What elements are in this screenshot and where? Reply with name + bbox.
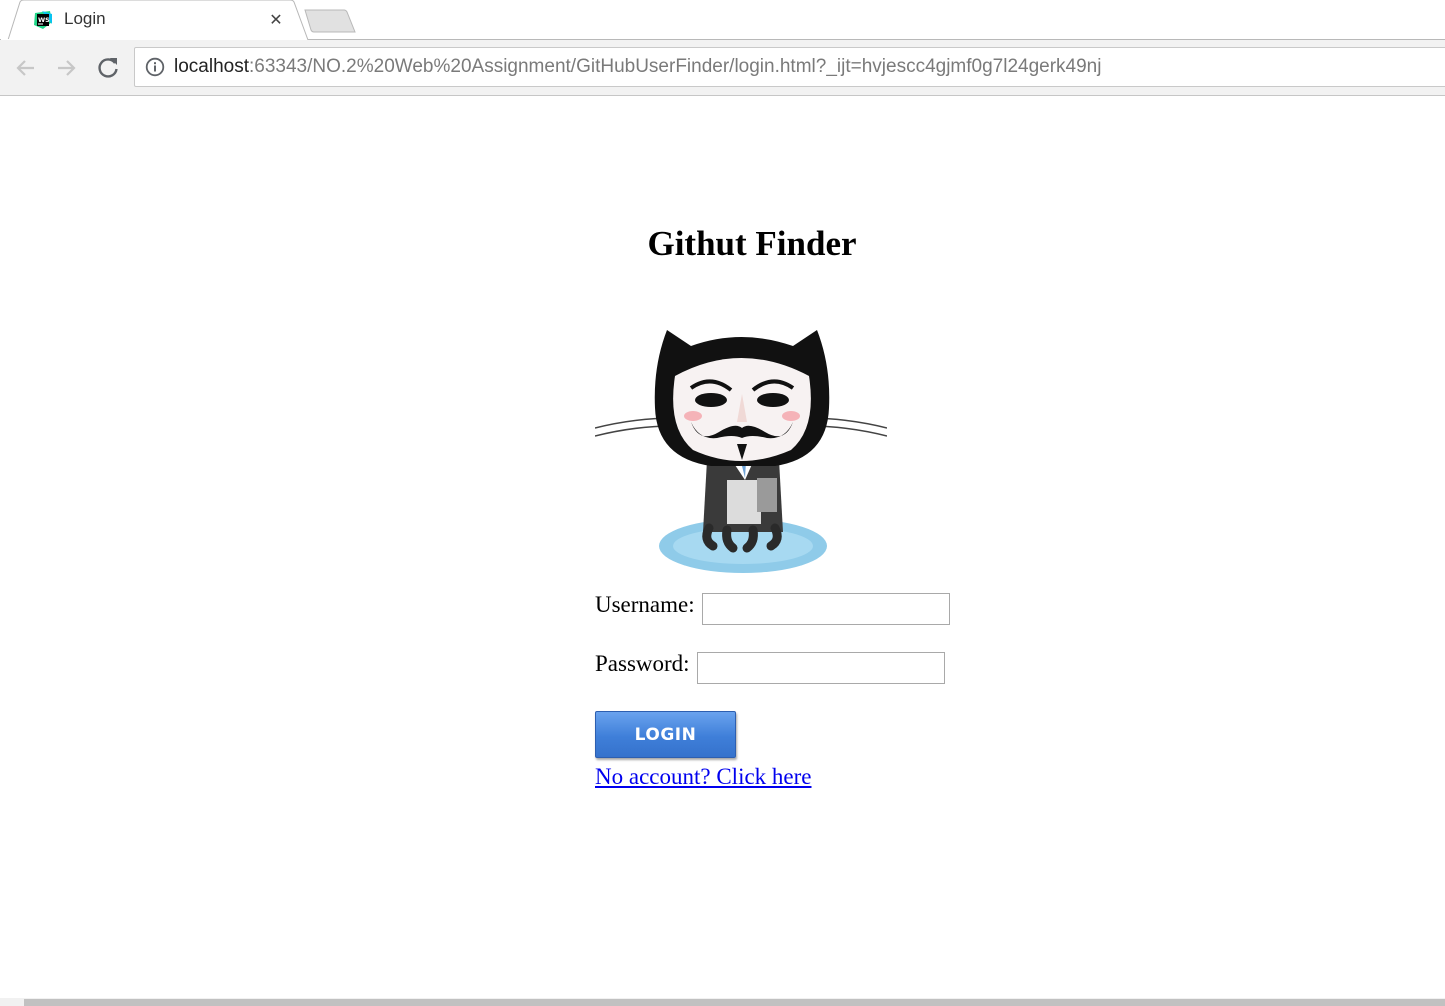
signup-link[interactable]: No account? Click here (595, 764, 812, 790)
browser-tabstrip: WS Login ✕ (0, 0, 1445, 41)
page-title: Githut Finder (647, 224, 857, 263)
tab-title: Login (64, 9, 106, 28)
url-host: localhost (174, 56, 249, 77)
password-label: Password: (595, 651, 690, 676)
login-button[interactable]: LOGIN (595, 711, 736, 758)
url-text[interactable]: localhost:63343/NO.2%20Web%20Assignment/… (174, 56, 1101, 78)
tab-close-icon[interactable]: ✕ (266, 10, 286, 30)
username-input[interactable] (702, 593, 950, 625)
svg-text:WS: WS (38, 16, 50, 24)
webstorm-ws-icon: WS (34, 11, 52, 29)
anonymous-octocat-logo (595, 330, 887, 573)
url-path: :63343/NO.2%20Web%20Assignment/GitHubUse… (249, 56, 1102, 77)
username-label: Username: (595, 592, 695, 617)
page-content: Githut Finder Username: Password: LOGIN … (0, 96, 1445, 998)
address-bar[interactable]: localhost:63343/NO.2%20Web%20Assignment/… (134, 47, 1445, 87)
scrollbar-thumb[interactable] (24, 999, 1445, 1006)
reload-icon[interactable] (94, 54, 122, 82)
info-icon[interactable] (145, 57, 165, 77)
browser-tab-active[interactable]: WS Login ✕ (0, 0, 310, 41)
new-tab-button[interactable] (304, 9, 356, 33)
arrow-right-icon[interactable] (52, 54, 80, 82)
horizontal-scrollbar[interactable] (0, 998, 1445, 1006)
arrow-left-icon[interactable] (12, 54, 40, 82)
password-input[interactable] (697, 652, 945, 684)
browser-toolbar: localhost:63343/NO.2%20Web%20Assignment/… (0, 40, 1445, 96)
